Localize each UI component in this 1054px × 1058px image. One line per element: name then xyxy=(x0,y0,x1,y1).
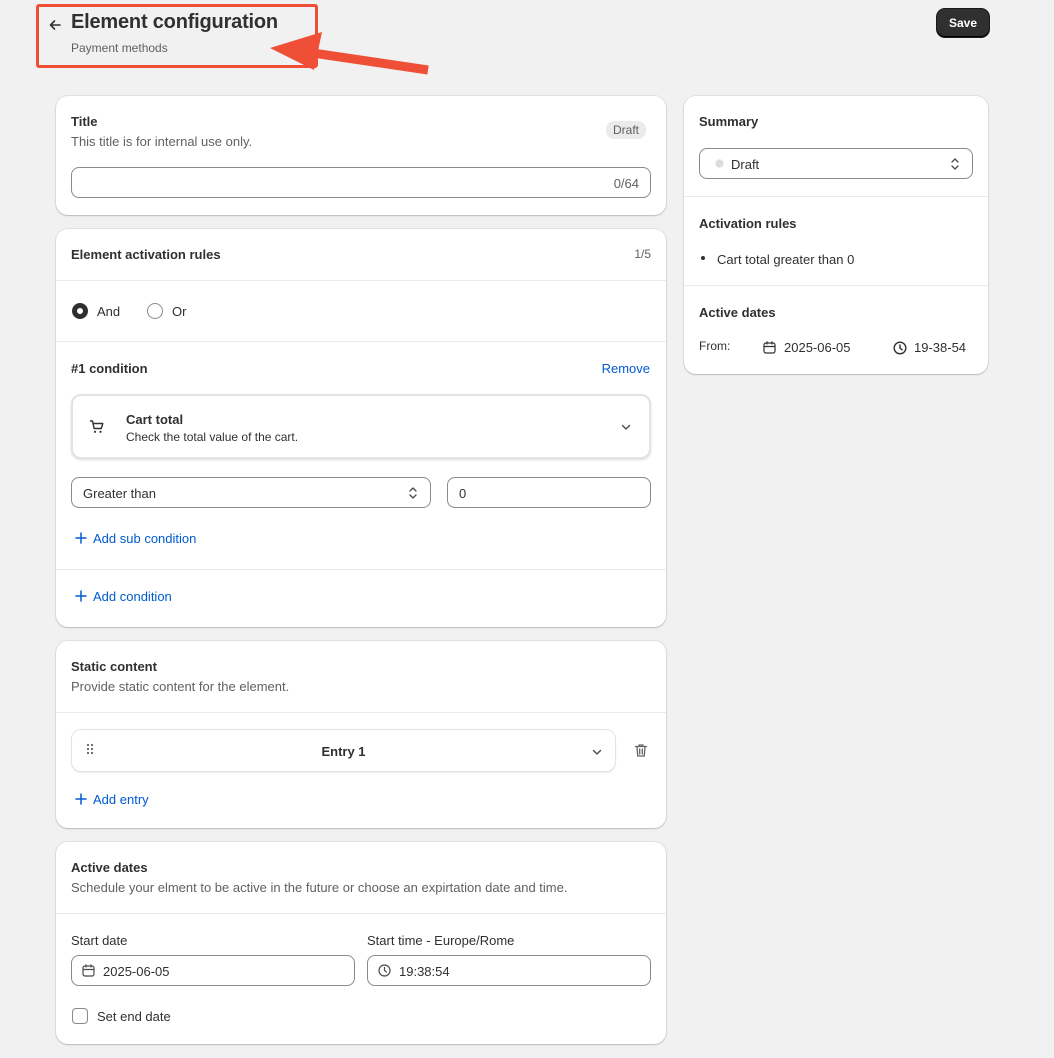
add-entry-button[interactable]: Add entry xyxy=(93,792,149,807)
chevron-down-icon xyxy=(620,421,632,433)
status-value: Draft xyxy=(731,157,760,172)
summary-from-time: 19-38-54 xyxy=(914,340,967,355)
active-dates-card: Active dates Schedule your elment to be … xyxy=(56,842,666,1044)
operator-select[interactable]: Greater than xyxy=(71,477,431,508)
title-counter: 0/64 xyxy=(613,176,639,191)
start-date-label: Start date xyxy=(71,933,128,948)
summary-from-date: 2025-06-05 xyxy=(784,340,851,355)
page-title: Element configuration xyxy=(71,11,278,33)
save-button[interactable]: Save xyxy=(937,9,989,37)
start-time-input[interactable]: 19:38:54 xyxy=(367,955,651,986)
calendar-icon xyxy=(763,341,776,354)
clock-icon xyxy=(378,964,391,977)
entry-item[interactable]: Entry 1 xyxy=(71,729,616,772)
radio-and[interactable] xyxy=(72,303,88,319)
static-content-card: Static content Provide static content fo… xyxy=(56,641,666,828)
status-select[interactable]: Draft xyxy=(699,148,973,179)
title-input[interactable]: 0/64 xyxy=(71,167,651,198)
condition-type-select[interactable]: Cart total Check the total value of the … xyxy=(71,394,651,459)
divider xyxy=(56,280,666,281)
status-dot-icon xyxy=(715,159,724,168)
status-badge: Draft xyxy=(606,121,647,139)
summary-dates-heading: Active dates xyxy=(699,305,776,320)
condition-type-title: Cart total xyxy=(126,412,184,427)
add-condition-button[interactable]: Add condition xyxy=(93,589,172,604)
start-date-value: 2025-06-05 xyxy=(103,964,170,979)
divider xyxy=(56,712,666,713)
radio-and-label: And xyxy=(97,304,121,319)
divider xyxy=(684,196,988,197)
condition-value-input[interactable]: 0 xyxy=(447,477,651,508)
rules-count: 1/5 xyxy=(634,247,651,261)
start-time-value: 19:38:54 xyxy=(399,964,450,979)
remove-condition-link[interactable]: Remove xyxy=(602,361,650,376)
select-arrows-icon xyxy=(949,157,961,171)
activation-rules-card: Element activation rules 1/5 And Or #1 c… xyxy=(56,229,666,627)
rules-heading: Element activation rules xyxy=(71,247,221,262)
title-card: Title This title is for internal use onl… xyxy=(56,96,666,215)
calendar-icon xyxy=(82,964,95,977)
start-date-input[interactable]: 2025-06-05 xyxy=(71,955,355,986)
title-heading: Title xyxy=(71,114,98,129)
plus-icon xyxy=(75,793,87,805)
arrow-left-icon[interactable] xyxy=(47,17,63,33)
chevron-down-icon xyxy=(591,746,603,758)
static-heading: Static content xyxy=(71,659,157,674)
condition-heading: #1 condition xyxy=(71,361,148,376)
divider xyxy=(56,913,666,914)
dates-heading: Active dates xyxy=(71,860,148,875)
summary-card: Summary Draft Activation rules Cart tota… xyxy=(684,96,988,374)
static-help: Provide static content for the element. xyxy=(71,679,290,694)
trash-icon[interactable] xyxy=(634,743,648,758)
plus-icon xyxy=(75,532,87,544)
cart-icon xyxy=(89,419,105,435)
summary-rule-item: Cart total greater than 0 xyxy=(717,252,855,267)
clock-icon xyxy=(893,341,907,355)
dates-help: Schedule your elment to be active in the… xyxy=(71,880,568,895)
divider xyxy=(684,285,988,286)
start-time-label: Start time - Europe/Rome xyxy=(367,933,515,948)
condition-value: 0 xyxy=(459,486,467,501)
plus-icon xyxy=(75,590,87,602)
page-subtitle: Payment methods xyxy=(71,41,168,55)
bullet-icon xyxy=(701,256,705,260)
add-sub-condition-button[interactable]: Add sub condition xyxy=(93,531,196,546)
select-arrows-icon xyxy=(407,486,419,500)
divider xyxy=(56,341,666,342)
radio-or[interactable] xyxy=(147,303,163,319)
annotation-arrow-icon xyxy=(270,32,429,75)
condition-type-description: Check the total value of the cart. xyxy=(126,430,299,444)
radio-or-label: Or xyxy=(172,304,187,319)
summary-heading: Summary xyxy=(699,114,759,129)
operator-value: Greater than xyxy=(83,486,156,501)
end-date-label: Set end date xyxy=(97,1009,171,1024)
title-help: This title is for internal use only. xyxy=(71,134,253,149)
entry-title: Entry 1 xyxy=(321,744,366,759)
summary-rules-heading: Activation rules xyxy=(699,216,797,231)
end-date-checkbox[interactable] xyxy=(72,1008,88,1024)
from-label: From: xyxy=(699,339,731,353)
divider xyxy=(56,569,666,570)
